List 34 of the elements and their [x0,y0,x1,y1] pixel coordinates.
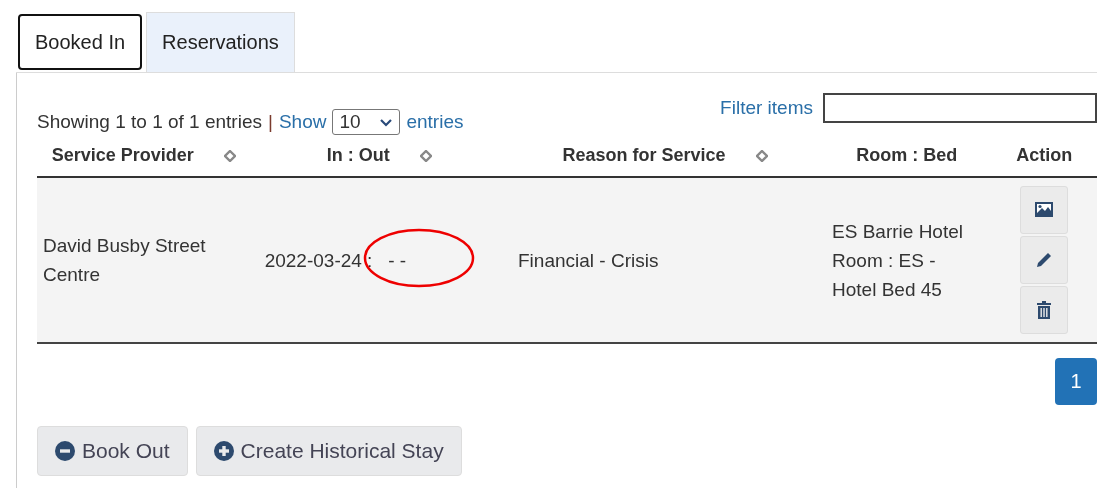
entries-info: Showing 1 to 1 of 1 entries [37,111,262,133]
tab[interactable]: Booked In [18,14,143,70]
book-out-button[interactable]: Book Out [37,426,188,476]
edit-button[interactable] [1020,236,1069,284]
sort-icon[interactable] [419,149,432,162]
page-button[interactable]: 1 [1055,358,1097,405]
plus-circle-icon [213,441,234,461]
column-header: Room : Bed [856,145,958,166]
separator: | [268,111,273,133]
column-header: Service Provider [51,145,194,166]
table-cell: David Busby Street Centre [43,235,206,285]
filter-label: Filter items [720,97,813,119]
chevron-down-icon [379,117,394,127]
column-header: Reason for Service [562,145,726,166]
delete-button[interactable] [1020,286,1069,334]
table-cell: Financial - Crisis [518,249,659,271]
page-size-select[interactable]: 10 [332,109,401,135]
trash-icon [1037,301,1052,319]
table-cell: - - [388,249,407,271]
create-button[interactable]: Create Historical Stay [195,426,462,476]
show-label: Show [278,111,327,133]
image-button[interactable] [1020,186,1069,234]
filter-field[interactable] [823,93,1097,123]
sort-icon[interactable] [223,149,236,162]
entries-label: entries [406,111,464,133]
table-cell: 2022-03-24 : [264,249,373,271]
sort-icon[interactable] [755,149,768,162]
tab[interactable]: Reservations [146,12,295,72]
table-cell: ES Barrie Hotel Room : ES - Hotel Bed 45 [832,220,963,300]
image-icon [1035,202,1054,217]
minus-circle-icon [55,441,75,461]
column-header: In : Out [326,145,390,166]
pencil-icon [1037,253,1052,267]
column-header: Action [1016,145,1073,166]
